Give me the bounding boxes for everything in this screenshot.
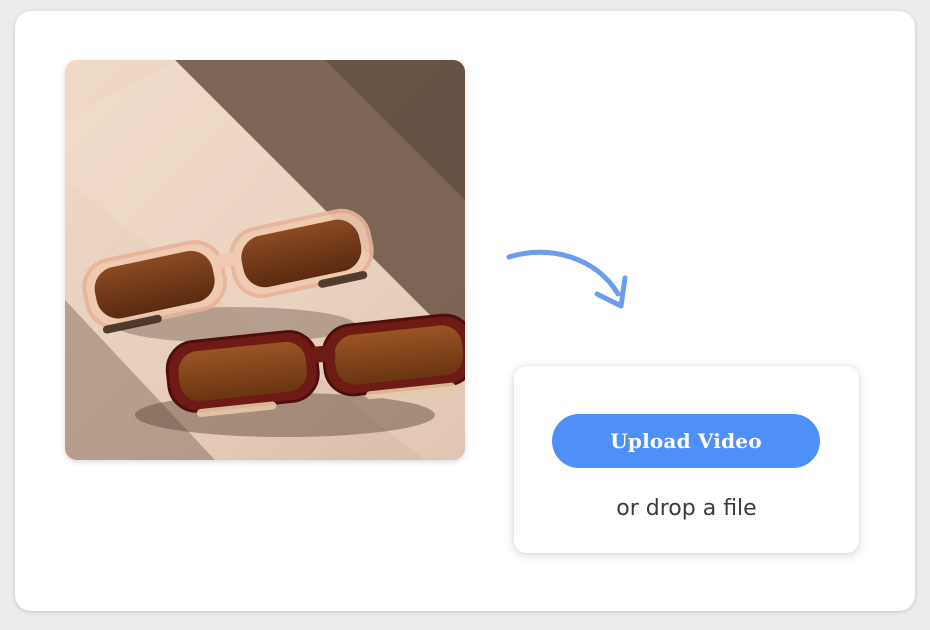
upload-card: Upload Video or drop a file: [15, 11, 915, 611]
drop-file-label: or drop a file: [616, 496, 757, 521]
curved-arrow-down-right-icon: [506, 249, 628, 309]
product-image: [65, 60, 465, 460]
upload-video-button[interactable]: Upload Video: [552, 414, 820, 468]
upload-dropzone[interactable]: Upload Video or drop a file: [514, 366, 859, 553]
